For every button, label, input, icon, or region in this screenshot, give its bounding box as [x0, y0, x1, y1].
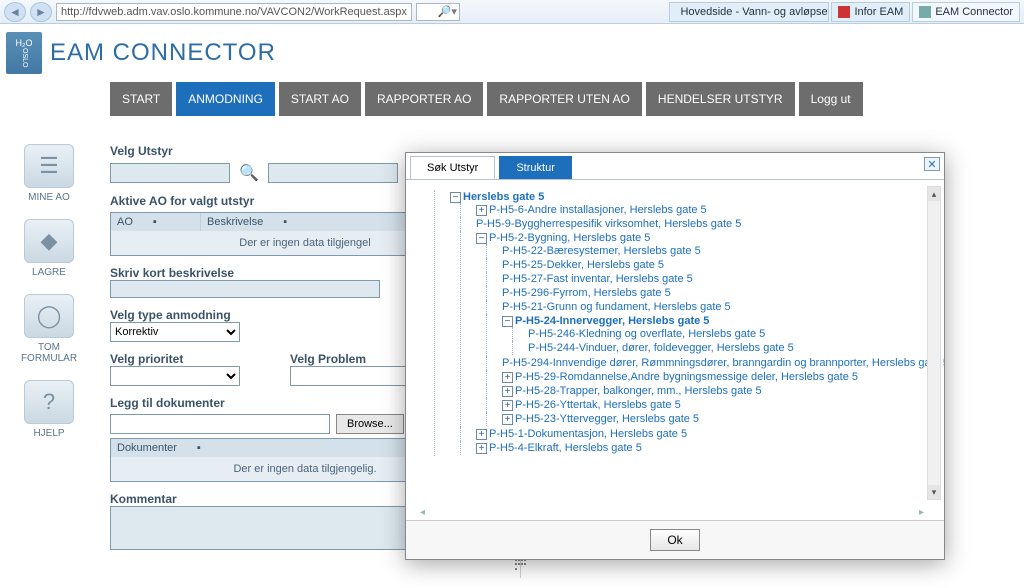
- left-toolbar: ☰MINE AO ◆LAGRE ◯TOM FORMULAR ?HJELP: [14, 144, 84, 439]
- tree-node[interactable]: P-H5-25-Dekker, Herslebs gate 5: [502, 259, 664, 271]
- main-nav: START ANMODNING START AO RAPPORTER AO RA…: [110, 82, 863, 116]
- scroll-down-icon[interactable]: ▾: [928, 485, 940, 499]
- utstyr-input[interactable]: [110, 163, 230, 183]
- nav-back-button[interactable]: ◄: [4, 2, 26, 22]
- expand-icon[interactable]: +: [502, 414, 513, 425]
- prioritet-select[interactable]: [110, 366, 240, 386]
- dialog-tabs: Søk Utstyr Struktur ✕: [406, 153, 944, 180]
- scroll-up-icon[interactable]: ▴: [928, 187, 940, 201]
- help-icon: ?: [24, 380, 74, 424]
- browse-button[interactable]: Browse...: [336, 414, 404, 434]
- favicon-icon: [919, 6, 931, 18]
- scroll-right-icon[interactable]: ▸: [919, 507, 924, 517]
- close-icon: ✕: [927, 158, 936, 171]
- tree-node-selected[interactable]: P-H5-24-Innervegger, Herslebs gate 5: [515, 315, 709, 327]
- tree-node[interactable]: P-H5-2-Bygning, Herslebs gate 5: [489, 232, 650, 244]
- close-button[interactable]: ✕: [924, 157, 940, 171]
- tree-node[interactable]: P-H5-9-Byggherrespesifik virksomhet, Her…: [476, 218, 741, 230]
- browser-tabs: Hovedside - Vann- og avløpseta... Infor …: [669, 2, 1020, 22]
- browser-bar: ◄ ► http://fdvweb.adm.vav.oslo.kommune.n…: [0, 0, 1024, 24]
- nav-start-ao[interactable]: START AO: [279, 82, 361, 116]
- favicon-icon: [838, 6, 850, 18]
- search-box[interactable]: 🔎▾: [416, 3, 460, 21]
- tree-node[interactable]: P-H5-22-Bæresystemer, Herslebs gate 5: [502, 245, 701, 257]
- file-input[interactable]: [110, 414, 330, 434]
- tree-node[interactable]: P-H5-6-Andre installasjoner, Herslebs ga…: [489, 204, 707, 216]
- expand-icon[interactable]: +: [502, 400, 513, 411]
- sort-icon[interactable]: ▪: [283, 216, 287, 228]
- list-icon: ☰: [24, 144, 74, 188]
- browser-tab[interactable]: EAM Connector: [912, 2, 1020, 22]
- expand-icon[interactable]: +: [476, 443, 487, 454]
- scroll-left-icon[interactable]: ◂: [420, 507, 425, 517]
- splitter-handle-icon[interactable]: [515, 559, 527, 571]
- collapse-icon[interactable]: −: [476, 233, 487, 244]
- tree-node[interactable]: P-H5-244-Vinduer, dører, foldevegger, He…: [528, 342, 794, 354]
- horizontal-scrollbar[interactable]: ◂ ▸: [420, 507, 924, 517]
- expand-icon[interactable]: +: [502, 372, 513, 383]
- tree-node[interactable]: P-H5-23-Yttervegger, Herslebs gate 5: [515, 413, 699, 425]
- tree-node[interactable]: P-H5-21-Grunn og fundament, Herslebs gat…: [502, 301, 731, 313]
- sort-icon[interactable]: ▪: [197, 442, 201, 454]
- tree-node[interactable]: Herslebs gate 5: [463, 191, 544, 203]
- nav-rapporter-ao[interactable]: RAPPORTER AO: [365, 82, 483, 116]
- expand-icon[interactable]: +: [476, 429, 487, 440]
- nav-anmodning[interactable]: ANMODNING: [176, 82, 275, 116]
- beskrivelse-input[interactable]: [110, 280, 380, 298]
- ok-button[interactable]: Ok: [650, 529, 699, 551]
- tree-node[interactable]: P-H5-26-Yttertak, Herslebs gate 5: [515, 399, 681, 411]
- side-lagre[interactable]: ◆LAGRE: [24, 219, 74, 278]
- structure-tree: −Herslebs gate 5 +P-H5-6-Andre installas…: [406, 180, 944, 520]
- problem-select[interactable]: [290, 366, 420, 386]
- tree-node[interactable]: P-H5-4-Elkraft, Herslebs gate 5: [489, 442, 642, 454]
- side-hjelp[interactable]: ?HJELP: [24, 380, 74, 439]
- structure-dialog: Søk Utstyr Struktur ✕ −Herslebs gate 5 +…: [405, 152, 945, 560]
- reset-icon: ◯: [24, 294, 74, 338]
- collapse-icon[interactable]: −: [450, 192, 461, 203]
- expand-icon[interactable]: +: [476, 205, 487, 216]
- tree-node[interactable]: P-H5-246-Kledning og overflate, Herslebs…: [528, 328, 765, 340]
- nav-start[interactable]: START: [110, 82, 172, 116]
- nav-forward-button[interactable]: ►: [30, 2, 52, 22]
- nav-hendelser[interactable]: HENDELSER UTSTYR: [646, 82, 795, 116]
- address-bar[interactable]: http://fdvweb.adm.vav.oslo.kommune.no/VA…: [56, 3, 412, 21]
- collapse-icon[interactable]: −: [502, 316, 513, 327]
- tree-node[interactable]: P-H5-27-Fast inventar, Herslebs gate 5: [502, 273, 693, 285]
- nav-logg-ut[interactable]: Logg ut: [799, 82, 863, 116]
- tree-node[interactable]: P-H5-296-Fyrrom, Herslebs gate 5: [502, 287, 671, 299]
- type-select[interactable]: Korrektiv: [110, 322, 240, 342]
- side-tom-formular[interactable]: ◯TOM FORMULAR: [21, 294, 77, 364]
- expand-icon[interactable]: +: [502, 386, 513, 397]
- search-icon[interactable]: 🔍: [236, 162, 262, 184]
- browser-tab[interactable]: Hovedside - Vann- og avløpseta...: [669, 2, 829, 22]
- browser-tab[interactable]: Infor EAM: [831, 2, 910, 22]
- side-mine-ao[interactable]: ☰MINE AO: [24, 144, 74, 203]
- tab-sok-utstyr[interactable]: Søk Utstyr: [410, 156, 495, 179]
- tree-node[interactable]: P-H5-1-Dokumentasjon, Herslebs gate 5: [489, 428, 687, 440]
- sort-icon[interactable]: ▪: [153, 216, 157, 228]
- url-text: http://fdvweb.adm.vav.oslo.kommune.no/VA…: [61, 6, 407, 18]
- tree-node[interactable]: P-H5-294-Innvendige dører, Rømmningsdøre…: [502, 357, 944, 369]
- tree-node[interactable]: P-H5-29-Romdannelse,Andre bygningsmessig…: [515, 371, 858, 383]
- utstyr-desc-input[interactable]: [268, 163, 398, 183]
- tree-node[interactable]: P-H5-28-Trapper, balkonger, mm., Hersleb…: [515, 385, 762, 397]
- vertical-scrollbar[interactable]: ▴ ▾: [927, 186, 941, 500]
- search-icon: 🔎▾: [438, 5, 457, 18]
- app-title: EAM CONNECTOR: [50, 39, 276, 67]
- logo: H₂O OSLO: [6, 32, 42, 74]
- tab-struktur[interactable]: Struktur: [499, 156, 572, 179]
- save-icon: ◆: [24, 219, 74, 263]
- nav-rapporter-uten-ao[interactable]: RAPPORTER UTEN AO: [487, 82, 641, 116]
- label-prioritet: Velg prioritet: [110, 352, 260, 366]
